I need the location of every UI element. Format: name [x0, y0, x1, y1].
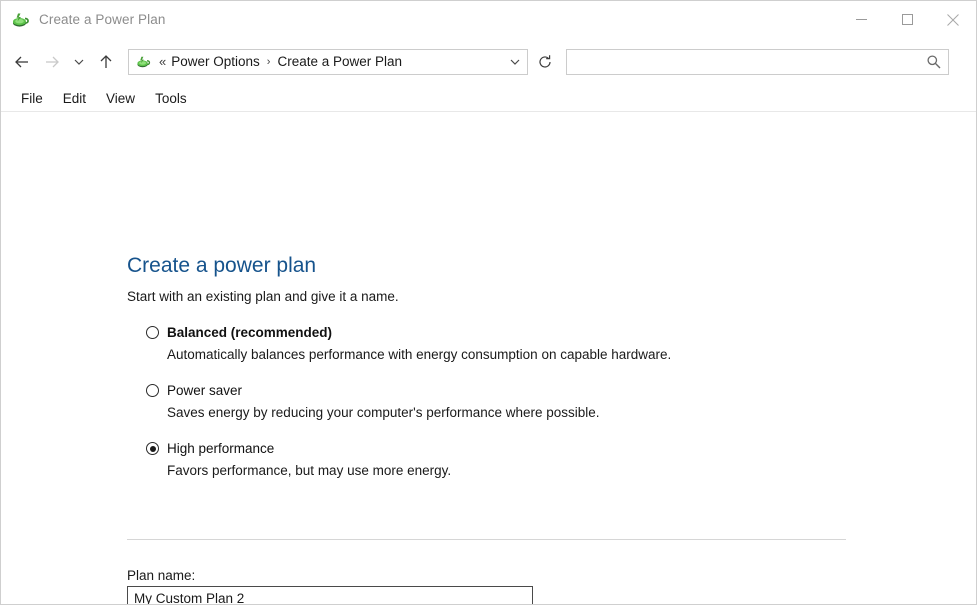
page-title: Create a power plan	[127, 254, 317, 277]
maximize-icon	[901, 14, 913, 25]
breadcrumb-item-power-options[interactable]: Power Options	[169, 54, 262, 69]
plan-option-balanced[interactable]: Balanced (recommended) Automatically bal…	[146, 325, 886, 362]
minimize-button[interactable]	[838, 1, 884, 38]
breadcrumb-overflow[interactable]: «	[159, 54, 166, 69]
menu-item-file[interactable]: File	[11, 89, 53, 108]
menu-item-view[interactable]: View	[96, 89, 145, 108]
up-arrow-icon	[100, 54, 112, 68]
plan-option-label: Balanced (recommended)	[167, 325, 333, 340]
close-button[interactable]	[930, 1, 976, 38]
search-box[interactable]	[566, 48, 949, 75]
plan-option-description: Saves energy by reducing your computer's…	[167, 405, 600, 420]
close-icon	[947, 13, 959, 26]
menu-item-edit[interactable]: Edit	[53, 89, 96, 108]
address-bar[interactable]: « Power Options › Create a Power Plan	[128, 48, 528, 75]
menu-bar: File Edit View Tools	[1, 85, 976, 112]
chevron-down-icon	[510, 59, 520, 65]
radio-balanced[interactable]	[146, 326, 159, 339]
back-button[interactable]	[7, 47, 37, 77]
minimize-icon	[855, 19, 867, 20]
navigation-toolbar: « Power Options › Create a Power Plan	[1, 38, 976, 85]
search-input[interactable]	[567, 49, 920, 74]
create-power-plan-window: Create a Power Plan « Power Options › Cr…	[0, 0, 977, 605]
forward-button[interactable]	[37, 47, 67, 77]
plan-name-input[interactable]	[127, 586, 533, 604]
plan-option-power-saver[interactable]: Power saver Saves energy by reducing you…	[146, 383, 886, 420]
power-plan-icon	[135, 54, 151, 70]
recent-locations-button[interactable]	[67, 47, 91, 77]
plan-option-description: Favors performance, but may use more ene…	[167, 463, 452, 478]
radio-high-performance[interactable]	[146, 442, 159, 455]
power-plan-icon	[10, 10, 30, 30]
radio-power-saver[interactable]	[146, 384, 159, 397]
up-button[interactable]	[91, 47, 121, 77]
back-arrow-icon	[15, 56, 28, 67]
chevron-down-icon	[74, 59, 84, 65]
plan-option-label: High performance	[167, 441, 275, 456]
search-icon	[927, 54, 941, 68]
search-button[interactable]	[920, 50, 948, 74]
maximize-button[interactable]	[884, 1, 930, 38]
refresh-button[interactable]	[530, 49, 560, 75]
plan-option-description: Automatically balances performance with …	[167, 347, 672, 362]
address-dropdown-button[interactable]	[503, 50, 527, 74]
refresh-icon	[539, 54, 551, 68]
breadcrumb-item-create-a-power-plan[interactable]: Create a Power Plan	[275, 54, 404, 69]
menu-item-tools[interactable]: Tools	[145, 89, 197, 108]
section-divider	[127, 539, 846, 540]
breadcrumb-separator-icon: ›	[266, 55, 271, 68]
window-title: Create a Power Plan	[39, 12, 166, 27]
forward-arrow-icon	[46, 56, 59, 67]
plan-option-high-performance[interactable]: High performance Favors performance, but…	[146, 441, 886, 478]
page-subtitle: Start with an existing plan and give it …	[127, 289, 399, 304]
window-controls	[838, 1, 976, 38]
plan-name-label: Plan name:	[127, 568, 196, 583]
content-area: Create a power plan Start with an existi…	[1, 112, 976, 604]
title-bar: Create a Power Plan	[1, 1, 976, 38]
plan-options-group: Balanced (recommended) Automatically bal…	[146, 325, 886, 499]
plan-option-label: Power saver	[167, 383, 243, 398]
